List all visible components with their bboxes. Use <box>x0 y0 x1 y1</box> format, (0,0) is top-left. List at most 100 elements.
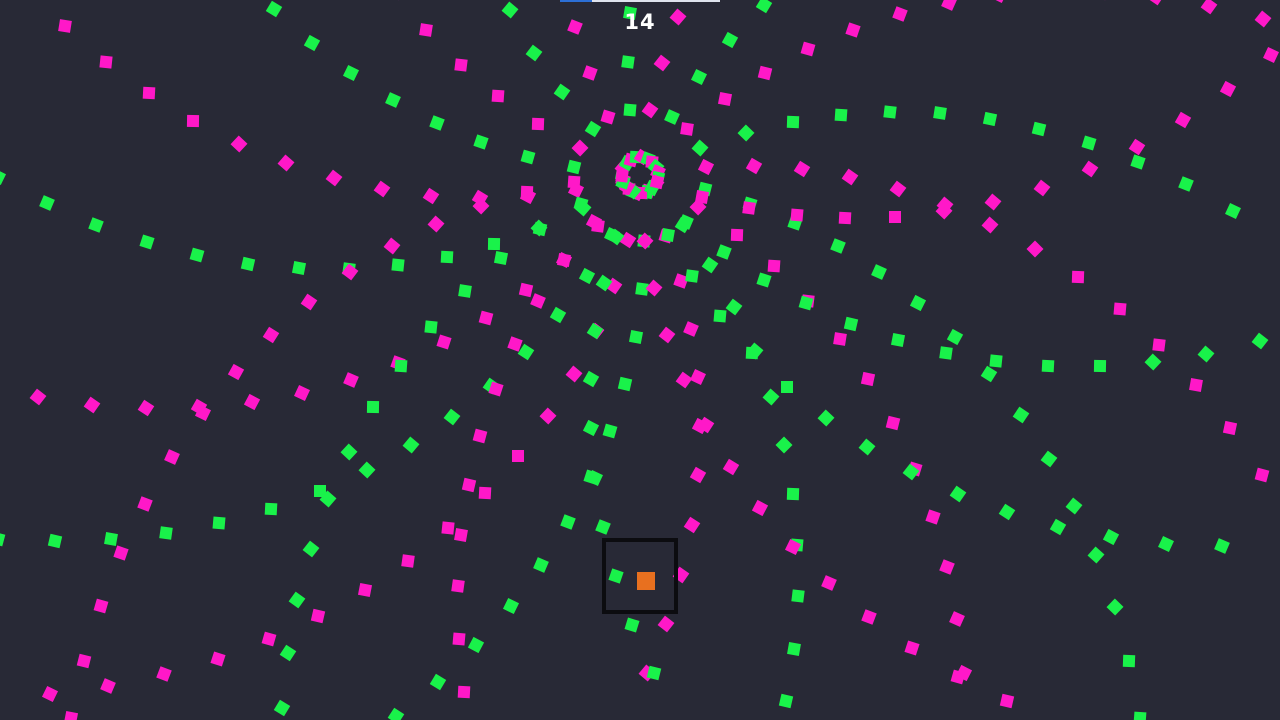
green-bullet <box>429 673 447 691</box>
green-bullet <box>787 642 801 656</box>
wave-progress-bar <box>560 0 720 2</box>
green-bullet <box>595 519 611 535</box>
magenta-bullet <box>565 365 583 383</box>
green-bullet <box>0 168 7 186</box>
green-bullet <box>690 68 708 86</box>
magenta-bullet <box>164 449 180 465</box>
green-bullet <box>1122 654 1136 668</box>
magenta-bullet <box>300 293 318 311</box>
magenta-bullet <box>530 293 546 309</box>
green-bullet <box>998 503 1016 521</box>
magenta-bullet <box>1081 160 1099 178</box>
magenta-bullet <box>277 154 295 172</box>
magenta-bullet <box>697 158 715 176</box>
magenta-bullet <box>227 363 245 381</box>
green-bullet <box>858 438 876 456</box>
green-bullet <box>402 436 420 454</box>
magenta-bullet <box>83 396 101 414</box>
magenta-bullet <box>641 101 659 119</box>
magenta-bullet <box>186 114 200 128</box>
green-bullet <box>871 264 887 280</box>
magenta-bullet <box>357 582 373 598</box>
magenta-bullet <box>478 486 492 500</box>
green-bullet <box>909 294 927 312</box>
magenta-bullet <box>1263 47 1279 63</box>
magenta-bullet <box>939 559 955 575</box>
green-bullet <box>473 134 489 150</box>
magenta-bullet <box>1026 240 1044 258</box>
magenta-bullet <box>422 187 440 205</box>
green-bullet <box>394 359 408 373</box>
green-bullet <box>279 644 297 662</box>
magenta-bullet <box>680 122 694 136</box>
green-bullet <box>1081 135 1097 151</box>
green-bullet <box>1106 598 1124 616</box>
magenta-bullet <box>889 180 907 198</box>
green-bullet <box>1178 176 1194 192</box>
magenta-bullet <box>675 371 693 389</box>
green-bullet <box>890 332 906 348</box>
green-bullet <box>240 256 256 272</box>
green-bullet <box>989 354 1003 368</box>
magenta-bullet <box>904 640 920 656</box>
magenta-bullet <box>845 22 861 38</box>
green-bullet <box>549 306 567 324</box>
magenta-bullet <box>717 91 733 107</box>
magenta-bullet <box>427 215 445 233</box>
magenta-bullet <box>520 185 534 199</box>
magenta-bullet <box>757 65 773 81</box>
magenta-bullet <box>925 509 941 525</box>
magenta-bullet <box>491 89 505 103</box>
green-bullet <box>566 159 582 175</box>
magenta-bullet <box>793 160 811 178</box>
magenta-bullet <box>1254 467 1270 483</box>
magenta-bullet <box>649 174 665 190</box>
magenta-bullet <box>615 169 629 183</box>
green-bullet <box>487 237 501 251</box>
magenta-bullet <box>294 385 310 401</box>
magenta-bullet <box>999 693 1015 709</box>
magenta-bullet <box>582 65 598 81</box>
magenta-bullet <box>343 372 359 388</box>
magenta-bullet <box>941 0 957 11</box>
green-bullet <box>458 284 472 298</box>
green-bullet <box>817 409 835 427</box>
wave-progress-fill <box>560 0 592 2</box>
magenta-bullet <box>1071 270 1085 284</box>
magenta-bullet <box>742 201 756 215</box>
magenta-bullet <box>889 211 901 223</box>
green-bullet <box>159 526 173 540</box>
magenta-bullet <box>838 211 852 225</box>
magenta-bullet <box>373 180 391 198</box>
magenta-bullet <box>730 228 744 242</box>
green-bullet <box>791 589 805 603</box>
green-bullet <box>358 461 376 479</box>
green-bullet <box>1133 711 1147 720</box>
green-bullet <box>982 111 998 127</box>
green-bullet <box>786 115 800 129</box>
magenta-bullet <box>210 651 226 667</box>
player-hitbox-frame[interactable] <box>602 538 678 614</box>
magenta-bullet <box>751 499 769 517</box>
magenta-bullet <box>1033 179 1051 197</box>
magenta-bullet <box>401 554 415 568</box>
green-bullet <box>939 346 953 360</box>
green-bullet <box>586 322 604 340</box>
green-bullet <box>1031 121 1047 137</box>
magenta-bullet <box>645 279 663 297</box>
magenta-bullet <box>262 326 280 344</box>
green-bullet <box>39 195 55 211</box>
green-bullet <box>533 557 549 573</box>
magenta-bullet <box>567 175 581 189</box>
green-bullet <box>291 260 307 276</box>
magenta-bullet <box>63 710 79 720</box>
magenta-bullet <box>41 685 59 703</box>
green-bullet <box>212 516 226 530</box>
magenta-bullet <box>454 58 468 72</box>
green-bullet <box>725 298 743 316</box>
game-canvas[interactable]: 14 <box>0 0 1280 720</box>
magenta-bullet <box>512 450 524 462</box>
magenta-bullet <box>93 598 109 614</box>
green-bullet <box>391 258 405 272</box>
green-bullet <box>264 502 278 516</box>
